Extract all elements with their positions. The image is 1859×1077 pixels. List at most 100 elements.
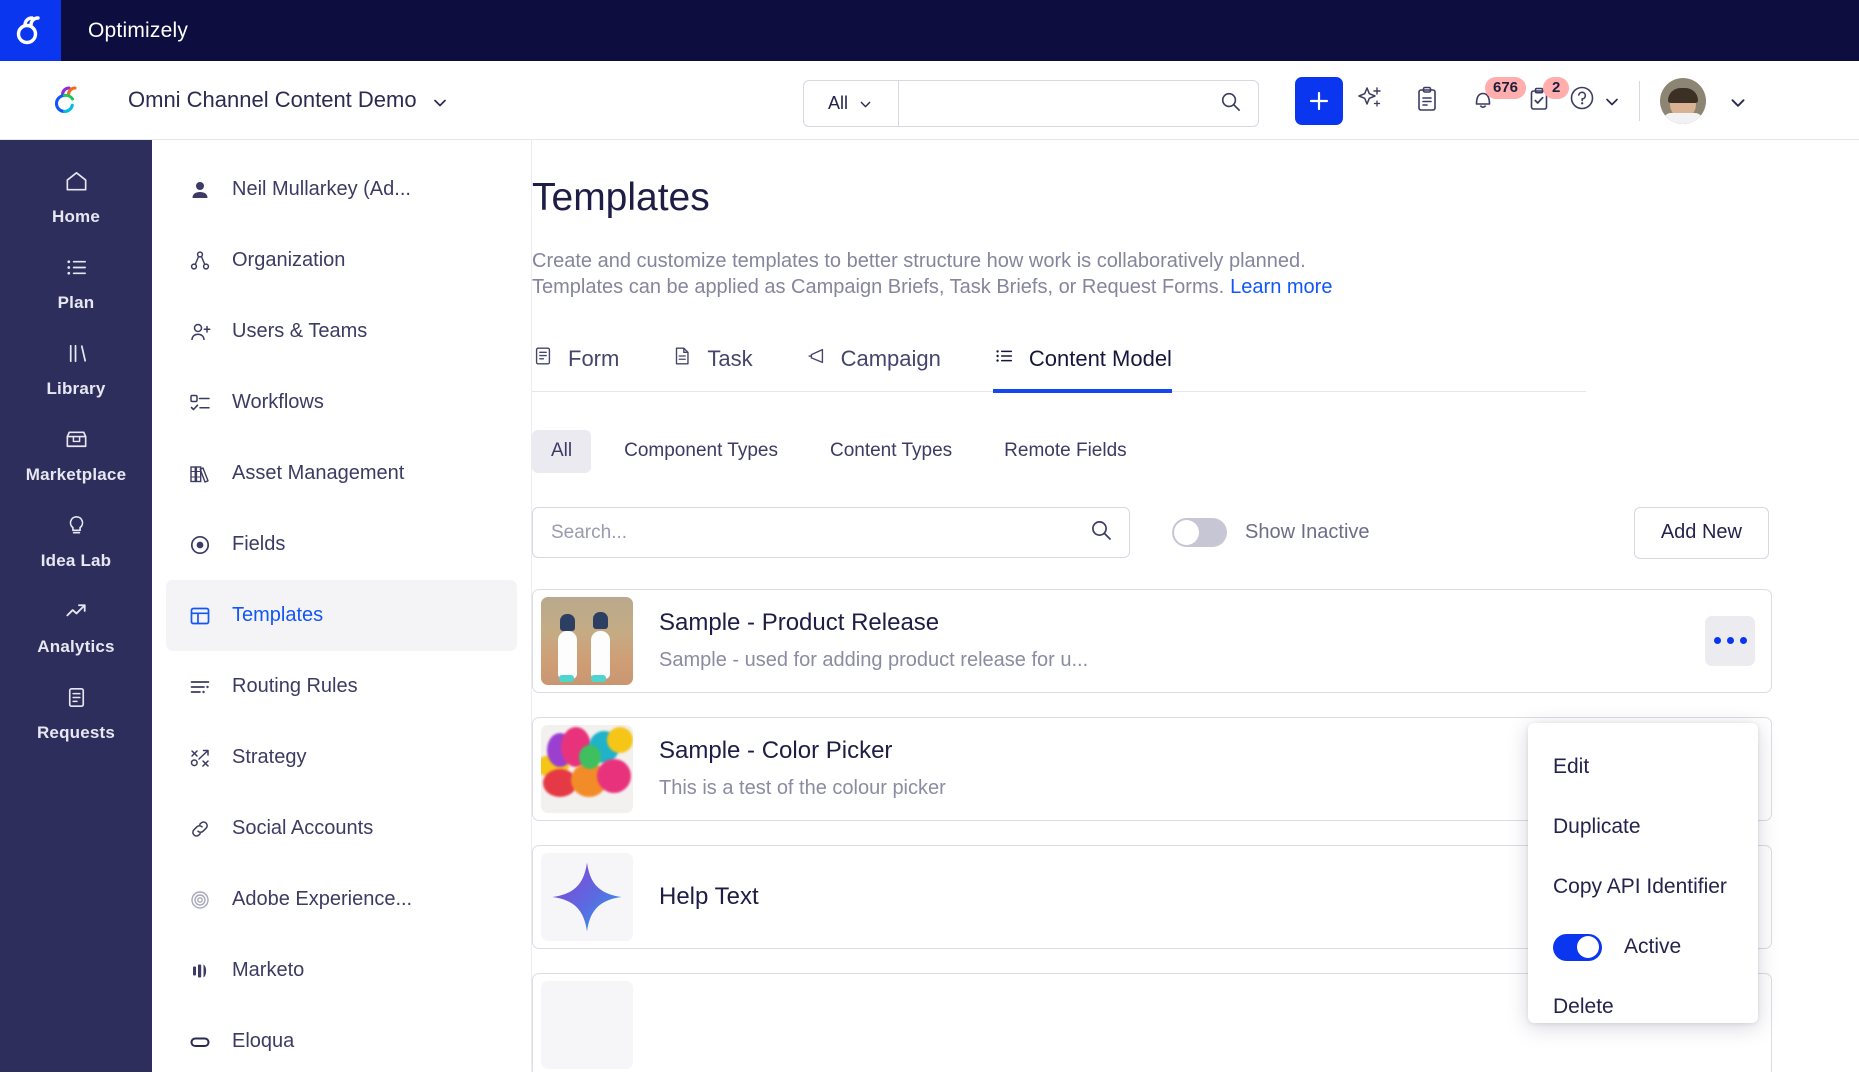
search-input[interactable]	[551, 521, 1089, 544]
workflow-icon	[188, 391, 212, 415]
menu-item-label: Edit	[1553, 755, 1590, 778]
show-inactive-toggle[interactable]: Show Inactive	[1172, 518, 1370, 548]
workspace-switcher[interactable]: Omni Channel Content Demo	[128, 87, 447, 113]
home-icon	[63, 168, 90, 200]
menu-item-edit[interactable]: Edit	[1528, 737, 1758, 797]
ai-assistant-button[interactable]	[1343, 73, 1399, 129]
app-header: Omni Channel Content Demo All 676 2	[0, 61, 1859, 140]
browser-topbar: Optimizely	[0, 0, 1859, 61]
notifications-button[interactable]: 676	[1455, 73, 1527, 129]
sidebar-item-marketo[interactable]: Marketo	[166, 935, 517, 1006]
person-icon	[188, 178, 212, 202]
strategy-icon	[188, 746, 212, 770]
rail-item-analytics[interactable]: Analytics	[0, 584, 152, 670]
avatar[interactable]	[1660, 77, 1706, 124]
help-menu[interactable]	[1567, 83, 1619, 118]
sidebar-item-strategy[interactable]: Strategy	[166, 722, 517, 793]
list-item-description: This is a test of the colour picker	[659, 777, 946, 800]
list-item-title: Sample - Color Picker	[659, 737, 893, 765]
sidebar-item-organization[interactable]: Organization	[166, 225, 517, 296]
tab-campaign[interactable]: Campaign	[805, 345, 941, 393]
sidebar-item-label: Users & Teams	[232, 320, 368, 342]
sidebar-item-workflows[interactable]: Workflows	[166, 367, 517, 438]
rail-label: Library	[46, 378, 106, 398]
rail-label: Marketplace	[25, 464, 127, 484]
filter-component-types[interactable]: Component Types	[605, 430, 797, 473]
rail-item-library[interactable]: Library	[0, 326, 152, 412]
search-input-wrapper[interactable]	[532, 507, 1130, 559]
tab-task[interactable]: Task	[671, 345, 753, 393]
storefront-icon	[63, 426, 90, 458]
sidebar-item-label: Adobe Experience...	[232, 888, 413, 910]
learn-more-link[interactable]: Learn more	[1230, 276, 1332, 298]
header-actions: 676 2	[1295, 61, 1745, 140]
clipboard-icon	[1413, 85, 1441, 116]
rail-item-plan[interactable]: Plan	[0, 240, 152, 326]
page-description-line1: Create and customize templates to better…	[532, 250, 1306, 272]
menu-item-active-toggle[interactable]: Active	[1528, 917, 1758, 977]
menu-item-copy-api-identifier[interactable]: Copy API Identifier	[1528, 857, 1758, 917]
content-model-filters: All Component Types Content Types Remote…	[532, 429, 1859, 473]
booby-birds-photo	[541, 596, 633, 685]
search-icon[interactable]	[1219, 90, 1242, 118]
sidebar-item-adobe-experience[interactable]: Adobe Experience...	[166, 864, 517, 935]
optimizely-logo-icon[interactable]	[0, 0, 61, 61]
add-new-button[interactable]: Add New	[1633, 506, 1769, 559]
filter-remote-fields[interactable]: Remote Fields	[985, 430, 1146, 473]
rail-label: Plan	[57, 292, 95, 312]
show-inactive-switch[interactable]	[1172, 518, 1227, 548]
menu-item-label: Duplicate	[1553, 815, 1641, 838]
chevron-down-icon	[1603, 93, 1619, 109]
global-search[interactable]: All	[803, 80, 1259, 127]
sidebar-item-templates[interactable]: Templates	[166, 580, 517, 651]
filter-content-types[interactable]: Content Types	[811, 430, 971, 473]
search-scope-dropdown[interactable]: All	[804, 81, 899, 126]
tab-label: Content Model	[1028, 345, 1172, 371]
sidebar-item-fields[interactable]: Fields	[166, 509, 517, 580]
link-icon	[188, 817, 212, 841]
tab-content-model[interactable]: Content Model	[992, 345, 1172, 393]
sidebar-item-eloqua[interactable]: Eloqua	[166, 1006, 517, 1077]
tasks-button[interactable]: 2	[1511, 73, 1570, 129]
global-search-input[interactable]	[899, 81, 1219, 126]
rail-item-idea-lab[interactable]: Idea Lab	[0, 498, 152, 584]
list-item-description: Sample - used for adding product release…	[659, 649, 1089, 672]
target-icon	[188, 533, 212, 557]
more-options-icon[interactable]	[1705, 615, 1755, 666]
routing-icon	[188, 675, 212, 699]
sidebar-item-users-teams[interactable]: Users & Teams	[166, 296, 517, 367]
trend-up-icon	[63, 598, 90, 630]
create-button[interactable]	[1295, 76, 1343, 125]
sidebar-item-label: Routing Rules	[232, 675, 358, 697]
list-toolbar: Show Inactive Add New	[532, 506, 1769, 559]
sidebar-item-routing-rules[interactable]: Routing Rules	[166, 651, 517, 722]
rail-item-home[interactable]: Home	[0, 154, 152, 240]
rail-item-requests[interactable]: Requests	[0, 670, 152, 756]
sidebar-item-social-accounts[interactable]: Social Accounts	[166, 793, 517, 864]
list-item-title: Help Text	[659, 882, 759, 910]
list-item-title: Sample - Product Release	[659, 609, 940, 637]
row-context-menu: Edit Duplicate Copy API Identifier Activ…	[1528, 723, 1758, 1023]
color-paint-photo	[541, 724, 633, 813]
tab-form[interactable]: Form	[532, 345, 619, 393]
search-icon[interactable]	[1089, 518, 1113, 547]
menu-item-duplicate[interactable]: Duplicate	[1528, 797, 1758, 857]
eloqua-icon	[188, 1030, 212, 1054]
settings-navigation: Neil Mullarkey (Ad... Organization Users…	[152, 140, 532, 1072]
optimizely-brand-icon[interactable]	[52, 83, 86, 117]
active-switch[interactable]	[1553, 933, 1602, 961]
question-circle-icon	[1567, 83, 1597, 118]
tab-label: Task	[707, 345, 753, 371]
sidebar-item-asset-management[interactable]: Asset Management	[166, 438, 517, 509]
page-description-line2: Templates can be applied as Campaign Bri…	[532, 276, 1225, 299]
clipboard-button[interactable]	[1399, 73, 1455, 129]
account-chevron-down-icon[interactable]	[1728, 93, 1745, 109]
menu-item-delete[interactable]: Delete	[1528, 977, 1758, 1037]
books-shelf-icon	[188, 462, 212, 486]
rail-label: Requests	[36, 722, 116, 742]
rail-item-marketplace[interactable]: Marketplace	[0, 412, 152, 498]
filter-all[interactable]: All	[532, 429, 592, 473]
sidebar-item-profile[interactable]: Neil Mullarkey (Ad...	[166, 154, 517, 225]
form-icon	[532, 345, 554, 373]
list-item[interactable]: Sample - Product Release Sample - used f…	[532, 588, 1772, 693]
